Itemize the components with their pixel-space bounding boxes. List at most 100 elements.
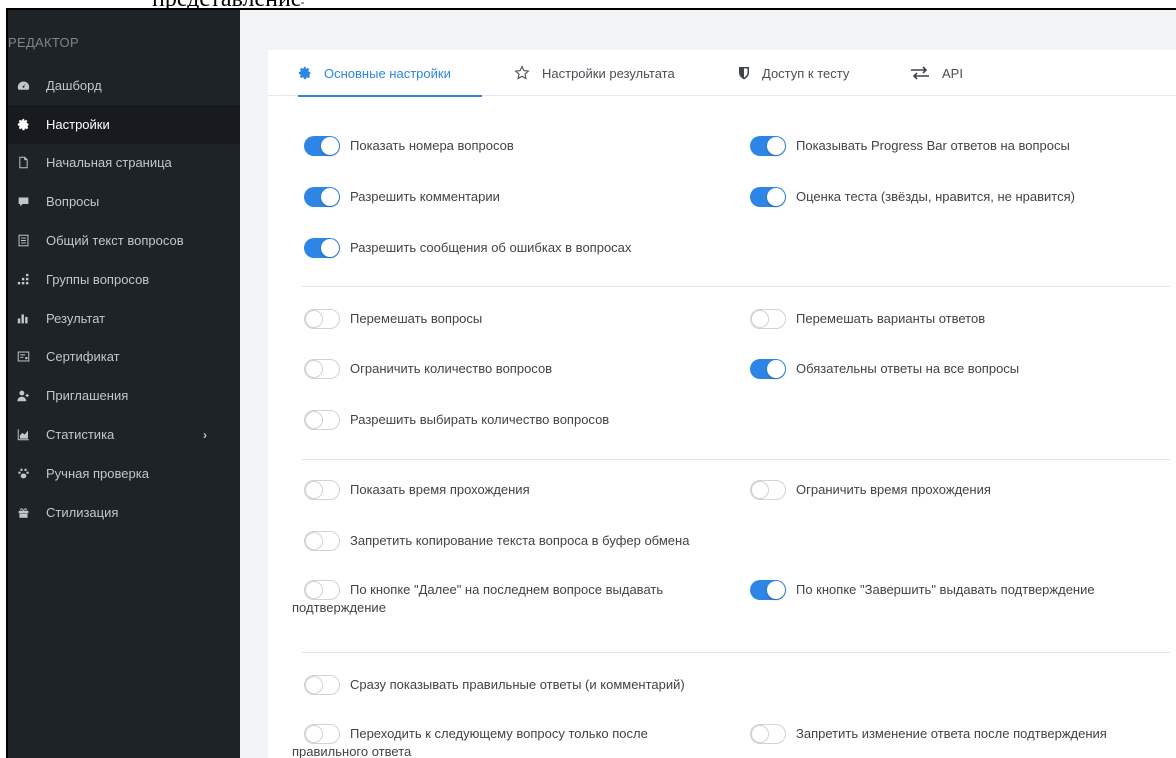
option-label: Запретить копирование текста вопроса в б… [350,533,690,548]
sidebar-item-manual-check[interactable]: Ручная проверка [8,454,240,493]
toggle-finish-confirm[interactable] [750,580,786,600]
toggle-show-time[interactable] [304,480,340,500]
sidebar-heading: РЕДАКТОР [8,35,79,50]
chat-bubble-icon [14,195,32,209]
toggle-allow-comments[interactable] [304,187,340,207]
toggle-knob [767,188,785,206]
toggle-knob [767,137,785,155]
sidebar-item-questions[interactable]: Вопросы [8,182,240,221]
paw-icon [14,466,32,480]
toggle-knob [767,581,785,599]
toggle-knob [305,532,323,550]
option-label: Ограничить количество вопросов [350,361,553,376]
toggle-knob [305,581,323,599]
toggle-knob [305,411,323,429]
sidebar-item-label: Настройки [46,116,110,132]
option-label: Переходить к следующему вопросу только п… [350,726,648,741]
option-label: Запретить изменение ответа после подтвер… [796,726,1107,741]
toggle-shuffle-answers[interactable] [750,309,786,329]
toggle-forbid-answer-change[interactable] [750,724,786,744]
toggle-allow-error-reports[interactable] [304,238,340,258]
sidebar-item-statistics[interactable]: Статистика › [8,415,240,454]
groups-icon [14,272,32,286]
settings-tabs: Основные настройки Настройки результата … [268,50,1176,97]
sidebar-item-styling[interactable]: Стилизация [8,493,240,532]
sidebar-item-label: Вопросы [46,194,100,210]
list-icon [14,234,32,248]
toggle-knob [305,725,323,743]
shield-icon [738,66,750,80]
option-label-continuation: подтверждение [292,600,386,615]
star-icon [514,65,530,81]
area-chart-icon [14,428,32,442]
certificate-icon [14,350,32,364]
sidebar-item-label: Сертификат [46,349,120,365]
toggle-knob [767,360,785,378]
option-label: Показывать Progress Bar ответов на вопро… [796,138,1070,153]
sidebar-item-start-page[interactable]: Начальная страница [8,144,240,183]
option-label: Сразу показывать правильные ответы (и ко… [350,677,685,692]
toggle-knob [305,360,323,378]
tab-test-access[interactable]: Доступ к тесту [738,50,849,96]
sidebar-item-certificate[interactable]: Сертификат [8,338,240,377]
toggle-show-question-numbers[interactable] [304,136,340,156]
chevron-right-icon: › [203,428,207,443]
settings-card: Основные настройки Настройки результата … [268,50,1176,758]
sidebar-item-label: Дашборд [46,77,102,93]
toggle-show-correct-answers[interactable] [304,675,340,695]
sidebar-item-common-text[interactable]: Общий текст вопросов [8,221,240,260]
sidebar-item-question-groups[interactable]: Группы вопросов [8,260,240,299]
user-plus-icon [14,389,32,403]
tab-main-settings[interactable]: Основные настройки [298,50,482,97]
toggle-limit-question-count[interactable] [304,359,340,379]
toggle-allow-choose-count[interactable] [304,410,340,430]
tab-label: Основные настройки [324,65,451,81]
option-label: Перемешать варианты ответов [796,311,986,326]
option-label: Ограничить время прохождения [796,482,991,497]
toggle-knob [321,239,339,257]
cut-off-dot [301,2,304,4]
gear-icon [298,66,312,80]
toggle-knob [321,137,339,155]
toggle-forbid-copy[interactable] [304,531,340,551]
gear-icon [14,117,32,131]
tab-api[interactable]: API [910,50,963,96]
sidebar-item-label: Начальная страница [46,155,172,171]
dashboard-icon [14,78,32,92]
option-label: Обязательны ответы на все вопросы [796,361,1020,376]
sidebar: РЕДАКТОР Дашборд Настройки Начальная стр… [8,10,240,758]
option-label-continuation: правильного ответа [292,744,412,758]
toggle-knob [305,676,323,694]
tab-label: API [942,65,963,81]
sidebar-item-label: Результат [46,310,106,326]
sidebar-item-result[interactable]: Результат [8,299,240,338]
tab-label: Настройки результата [542,65,675,81]
section-divider [302,286,1170,287]
sidebar-item-dashboard[interactable]: Дашборд [8,66,240,105]
sidebar-item-settings[interactable]: Настройки [8,104,240,144]
tab-label: Доступ к тесту [762,65,850,81]
toggle-next-confirm[interactable] [304,580,340,600]
sidebar-item-label: Общий текст вопросов [46,233,184,249]
tab-result-settings[interactable]: Настройки результата [514,50,675,96]
sidebar-item-invitations[interactable]: Приглашения [8,376,240,415]
sidebar-item-label: Приглашения [46,388,129,404]
toggle-shuffle-questions[interactable] [304,309,340,329]
toggle-test-rating[interactable] [750,187,786,207]
toggle-knob [305,481,323,499]
toggle-limit-time[interactable] [750,480,786,500]
exchange-icon [910,66,930,80]
option-label: Показать время прохождения [350,482,530,497]
option-label: Показать номера вопросов [350,138,514,153]
toggle-next-after-correct[interactable] [304,724,340,744]
section-divider [302,459,1170,460]
sidebar-item-label: Статистика [46,427,115,443]
option-label: По кнопке "Далее" на последнем вопросе в… [350,582,664,597]
toggle-knob [305,310,323,328]
sidebar-item-label: Стилизация [46,504,119,520]
option-label: Разрешить сообщения об ошибках в вопроса… [350,240,632,255]
gift-icon [14,505,32,519]
toggle-require-all-answers[interactable] [750,359,786,379]
option-label: Разрешить выбирать количество вопросов [350,412,610,427]
toggle-show-progress-bar[interactable] [750,136,786,156]
